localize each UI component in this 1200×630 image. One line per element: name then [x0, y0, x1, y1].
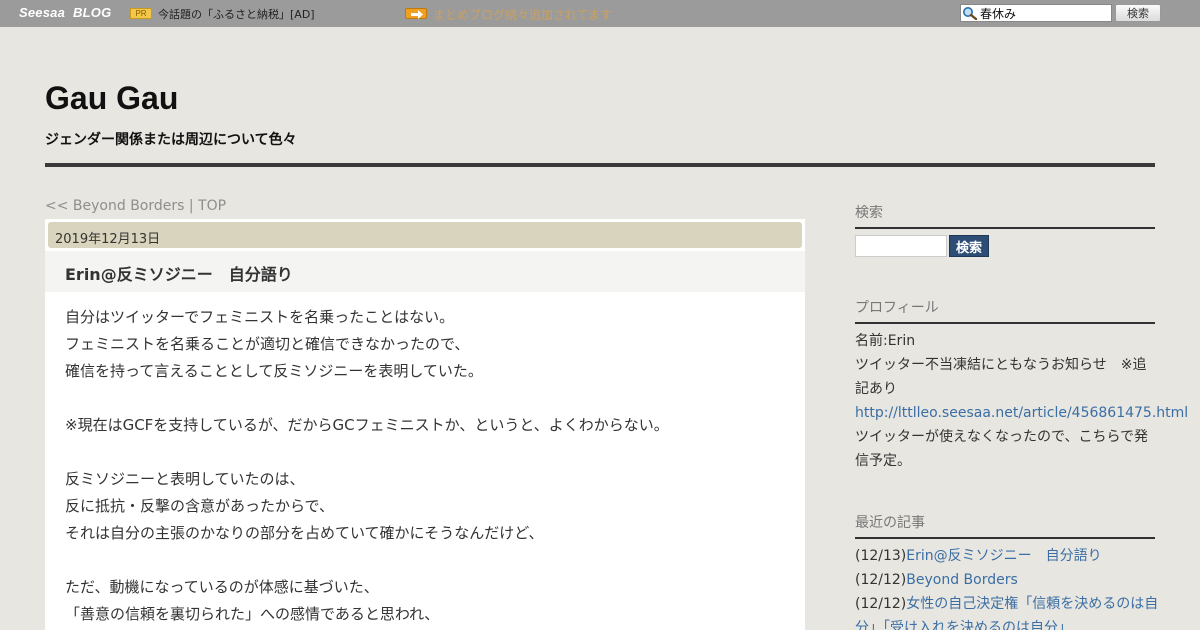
recent-article-date: (12/12) — [855, 572, 907, 588]
article-line — [65, 385, 785, 412]
pr-ad-link[interactable]: 今話題の「ふるさと納税」[AD] — [158, 6, 315, 22]
sidebar-recent-heading: 最近の記事 — [855, 512, 1155, 539]
logo-seesaa-text: Seesaa — [19, 5, 66, 20]
sidebar-search-button[interactable]: 検索 — [949, 235, 989, 257]
recent-article-item: (12/12)Beyond Borders — [855, 568, 1155, 592]
pr-badge: PR — [130, 8, 152, 19]
top-search-box — [960, 4, 1112, 22]
article-line: ただ、動機になっているのが体感に基づいた、 — [65, 578, 379, 596]
top-search-input[interactable] — [980, 5, 1110, 21]
article-date-bar: 2019年12月13日 — [48, 222, 802, 248]
prev-article-link[interactable]: << Beyond Borders — [45, 198, 184, 214]
sidebar-profile-heading: プロフィール — [855, 297, 1155, 324]
article-date: 2019年12月13日 — [55, 232, 161, 247]
article-line — [65, 439, 785, 466]
article-line: それは自分の主張のかなりの部分を占めていて確かにそうなんだけど、 — [65, 524, 544, 542]
recent-article-item: 分」「受け入れを決めるのは自分」 — [855, 616, 1155, 630]
article-line: 自分はツイッターでフェミニストを名乗ったことはない。 — [65, 308, 455, 326]
profile-note: ツイッター不当凍結にともなうお知らせ ※追 — [855, 357, 1147, 373]
site-title[interactable]: Gau Gau — [45, 80, 178, 117]
article: 2019年12月13日 Erin@反ミソジニー 自分語り 自分はツイッターでフェ… — [45, 219, 805, 630]
arrow-right-icon — [405, 8, 427, 19]
recent-article-link[interactable]: 分」「受け入れを決めるのは自分」 — [855, 620, 1072, 630]
sidebar-search-heading: 検索 — [855, 202, 1155, 229]
matome-notice-link[interactable]: まとめブログ続々追加されてます — [433, 6, 612, 23]
logo-blog-text: BLOG — [73, 5, 112, 20]
site-description: ジェンダー関係または周辺について色々 — [45, 132, 297, 148]
sidebar-search-input[interactable] — [855, 235, 947, 257]
article-pager: << Beyond Borders | TOP — [45, 198, 226, 214]
article-title-bar: Erin@反ミソジニー 自分語り — [45, 251, 805, 292]
pager-separator: | — [184, 198, 199, 214]
recent-articles-list: (12/13)Erin@反ミソジニー 自分語り (12/12)Beyond Bo… — [855, 544, 1158, 630]
seesaa-blog-logo[interactable]: Seesaa BLOG — [19, 5, 111, 22]
header-divider — [45, 163, 1155, 167]
recent-article-item: (12/13)Erin@反ミソジニー 自分語り — [855, 544, 1155, 568]
magnifier-icon — [963, 7, 978, 20]
profile-note: 記あり — [855, 381, 897, 397]
recent-article-link[interactable]: Erin@反ミソジニー 自分語り — [906, 548, 1101, 564]
recent-article-date: (12/13) — [855, 548, 907, 564]
article-line — [65, 547, 785, 574]
article-line: フェミニストを名乗ることが適切と確信できなかったので、 — [65, 335, 470, 353]
article-line: 「善意の信頼を裏切られた」への感情であると思われ、 — [65, 605, 440, 623]
profile-link[interactable]: http://lttlleo.seesaa.net/article/456861… — [855, 405, 1188, 421]
profile-section: 名前:Erin ツイッター不当凍結にともなうお知らせ ※追 記あり http:/… — [855, 329, 1188, 473]
top-link[interactable]: TOP — [198, 198, 226, 214]
recent-article-link[interactable]: Beyond Borders — [906, 572, 1018, 588]
article-title[interactable]: Erin@反ミソジニー 自分語り — [65, 261, 293, 285]
article-line: ※現在はGCFを支持しているが、だからGCフェミニストか、というと、よくわからな… — [65, 416, 669, 434]
article-line: 反ミソジニーと表明していたのは、 — [65, 470, 305, 488]
profile-name: 名前:Erin — [855, 333, 916, 349]
recent-article-date: (12/12) — [855, 596, 907, 612]
article-line: 確信を持って言えることとして反ミソジニーを表明していた。 — [65, 362, 483, 380]
recent-article-link[interactable]: 女性の自己決定権「信頼を決めるのは自 — [906, 596, 1158, 612]
top-bar: Seesaa BLOG PR 今話題の「ふるさと納税」[AD] まとめブログ続々追… — [0, 0, 1200, 27]
profile-note: 信予定。 — [855, 453, 911, 469]
top-search-button[interactable]: 検索 — [1115, 4, 1161, 22]
article-body: 自分はツイッターでフェミニストを名乗ったことはない。 フェミニストを名乗ることが… — [65, 304, 785, 628]
article-line: 反に抵抗・反撃の含意があったからで、 — [65, 497, 334, 515]
profile-note: ツイッターが使えなくなったので、こちらで発 — [855, 429, 1149, 445]
recent-article-item: (12/12)女性の自己決定権「信頼を決めるのは自 — [855, 592, 1158, 616]
